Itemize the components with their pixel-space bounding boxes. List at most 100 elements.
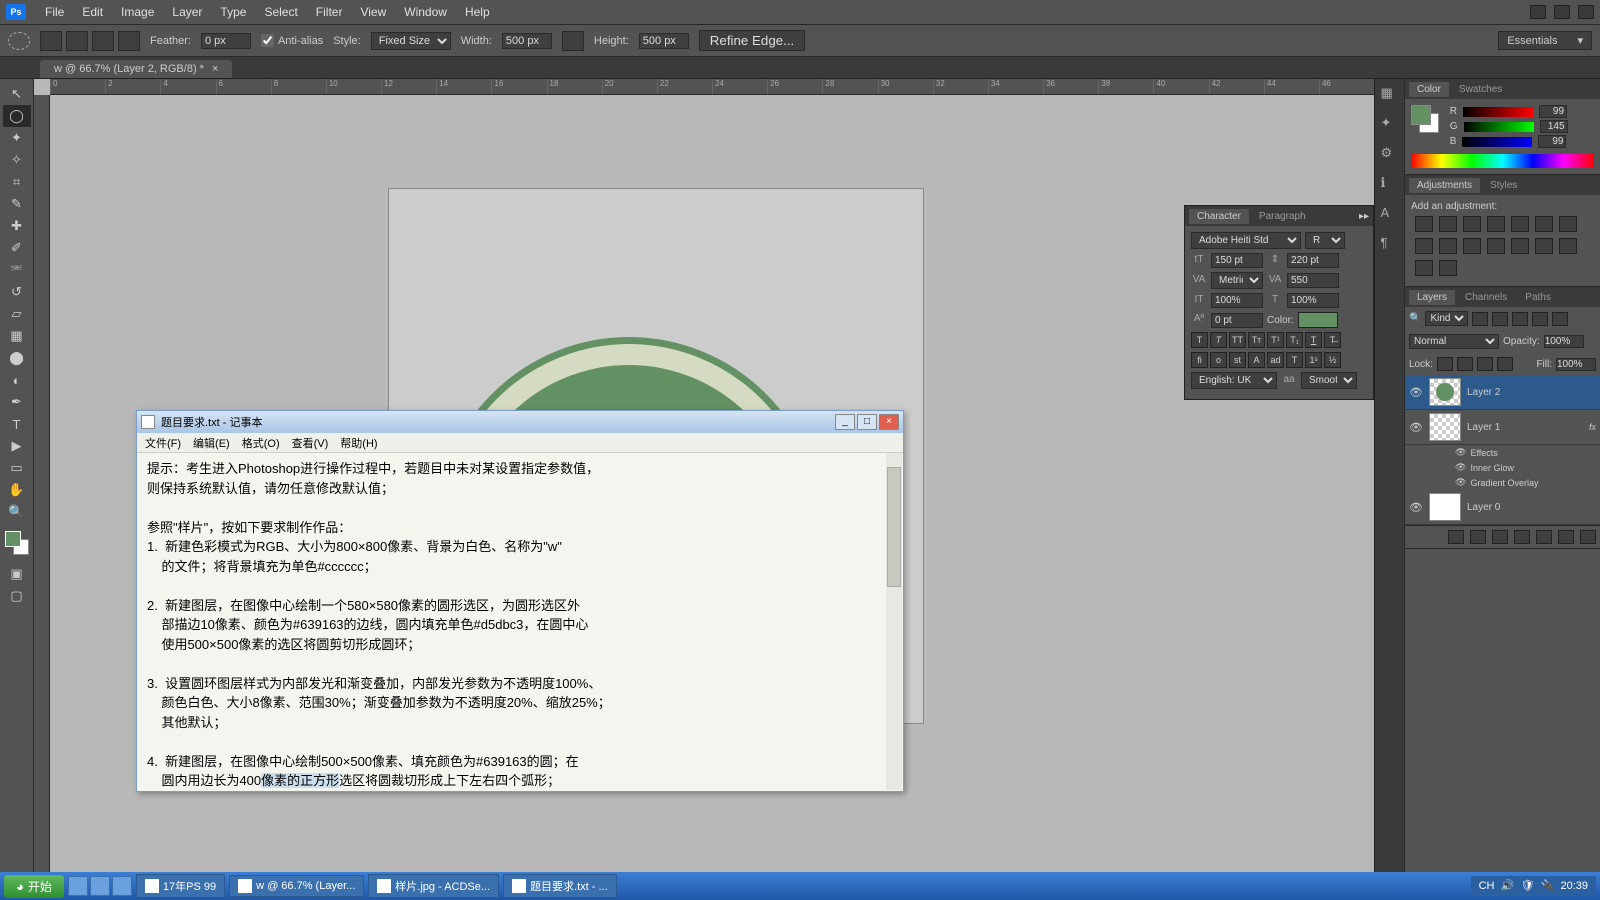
properties-panel-icon[interactable]: ⚙ [1381,145,1399,163]
ql-icon-2[interactable] [90,876,110,896]
filter-adjust-icon[interactable] [1492,312,1508,326]
opacity-input[interactable] [1544,335,1584,348]
marquee-tool-icon[interactable]: ◯ [3,105,31,127]
actions-panel-icon[interactable]: ✦ [1381,115,1399,133]
adj-bw-icon[interactable] [1415,238,1433,254]
tab-layers[interactable]: Layers [1409,290,1455,305]
filter-type-icon[interactable] [1512,312,1528,326]
underline-button[interactable]: T [1305,332,1322,348]
selection-add-icon[interactable] [66,31,88,51]
effects-header[interactable]: 👁Effects [1405,445,1600,460]
panel-swatch-pair[interactable] [1411,105,1439,133]
new-layer-icon[interactable] [1558,530,1574,544]
np-menu-help[interactable]: 帮助(H) [336,435,381,451]
menu-help[interactable]: Help [456,5,499,19]
eraser-tool-icon[interactable]: ▱ [3,303,31,325]
ot-titling-button[interactable]: T [1286,352,1303,368]
foreground-swatch[interactable] [5,531,21,547]
width-input[interactable] [502,33,552,49]
adj-posterize-icon[interactable] [1535,238,1553,254]
notepad-minimize-button[interactable]: _ [835,414,855,430]
adj-selectivecolor-icon[interactable] [1439,260,1457,276]
notepad-titlebar[interactable]: 题目要求.txt - 记事本 _ □ × [137,411,903,433]
np-menu-edit[interactable]: 编辑(E) [189,435,234,451]
color-swatches[interactable] [5,531,29,555]
taskbar-task[interactable]: 样片.jpg - ACDSe... [368,874,499,898]
menu-image[interactable]: Image [112,5,163,19]
r-slider[interactable] [1463,107,1533,117]
tab-paths[interactable]: Paths [1517,290,1559,305]
selection-intersect-icon[interactable] [118,31,140,51]
ot-ordinals-button[interactable]: 1ˢ [1305,352,1322,368]
screenmode-icon[interactable]: ▢ [3,585,31,607]
r-input[interactable] [1539,105,1567,118]
ot-contextual-button[interactable]: o [1210,352,1227,368]
shape-tool-icon[interactable]: ▭ [3,457,31,479]
dodge-tool-icon[interactable]: ◐ [3,369,31,391]
notepad-text-area[interactable]: 提示：考生进入Photoshop进行操作过程中，若题目中未对某设置指定参数值，则… [137,453,903,791]
b-input[interactable] [1538,135,1566,148]
menu-layer[interactable]: Layer [163,5,211,19]
effect-innerglow[interactable]: 👁Inner Glow [1405,460,1600,475]
ot-discretionary-button[interactable]: st [1229,352,1246,368]
menu-view[interactable]: View [351,5,395,19]
brush-tool-icon[interactable]: ✐ [3,237,31,259]
tab-character[interactable]: Character [1189,209,1249,224]
crop-tool-icon[interactable]: ⌗ [3,171,31,193]
layer-name[interactable]: Layer 2 [1467,387,1596,398]
ql-icon-1[interactable] [68,876,88,896]
menu-file[interactable]: File [36,5,73,19]
adj-threshold-icon[interactable] [1559,238,1577,254]
tab-color[interactable]: Color [1409,82,1449,97]
filter-pixel-icon[interactable] [1472,312,1488,326]
tab-paragraph[interactable]: Paragraph [1251,209,1314,224]
g-input[interactable] [1540,120,1568,133]
adj-colorlookup-icon[interactable] [1487,238,1505,254]
character-panel-icon[interactable]: A [1381,205,1399,223]
subscript-button[interactable]: T₁ [1286,332,1303,348]
new-adjustment-icon[interactable] [1514,530,1530,544]
history-brush-tool-icon[interactable]: ↺ [3,281,31,303]
feather-input[interactable] [201,33,251,49]
adj-levels-icon[interactable] [1439,216,1457,232]
adj-curves-icon[interactable] [1463,216,1481,232]
current-tool-icon[interactable] [8,32,30,50]
bold-button[interactable]: T [1191,332,1208,348]
start-button[interactable]: ◕开始 [4,875,64,898]
maximize-button[interactable] [1554,5,1570,19]
vscale-input[interactable] [1211,293,1263,308]
gradient-tool-icon[interactable]: ▦ [3,325,31,347]
selection-subtract-icon[interactable] [92,31,114,51]
notepad-scroll-thumb[interactable] [887,467,901,587]
allcaps-button[interactable]: TT [1229,332,1246,348]
np-menu-file[interactable]: 文件(F) [141,435,185,451]
tab-adjustments[interactable]: Adjustments [1409,178,1480,193]
hscale-input[interactable] [1287,293,1339,308]
text-color-swatch[interactable] [1298,312,1338,328]
move-tool-icon[interactable]: ↖ [3,83,31,105]
tab-swatches[interactable]: Swatches [1451,82,1510,97]
layer-row[interactable]: 👁 Layer 2 [1405,375,1600,410]
adj-channelmixer-icon[interactable] [1463,238,1481,254]
font-family-select[interactable]: Adobe Heiti Std [1191,232,1301,249]
swap-wh-icon[interactable] [562,31,584,51]
layer-row[interactable]: 👁 Layer 0 [1405,490,1600,525]
zoom-tool-icon[interactable]: 🔍 [3,501,31,523]
tray-clock[interactable]: 20:39 [1560,880,1588,892]
layer-fx-icon[interactable] [1470,530,1486,544]
hand-tool-icon[interactable]: ✋ [3,479,31,501]
adj-vibrance-icon[interactable] [1511,216,1529,232]
font-style-select[interactable]: R [1305,232,1345,249]
smallcaps-button[interactable]: Tᴛ [1248,332,1265,348]
g-slider[interactable] [1464,122,1534,132]
filter-shape-icon[interactable] [1532,312,1548,326]
paragraph-panel-icon[interactable]: ¶ [1381,235,1399,253]
notepad-maximize-button[interactable]: □ [857,414,877,430]
superscript-button[interactable]: T¹ [1267,332,1284,348]
quickmask-icon[interactable]: ▣ [3,563,31,585]
antialias-select[interactable]: Smooth [1301,372,1357,389]
layer-mask-icon[interactable] [1492,530,1508,544]
menu-filter[interactable]: Filter [307,5,352,19]
healing-tool-icon[interactable]: ✚ [3,215,31,237]
tray-icon-1[interactable]: 🔊 [1500,879,1514,893]
